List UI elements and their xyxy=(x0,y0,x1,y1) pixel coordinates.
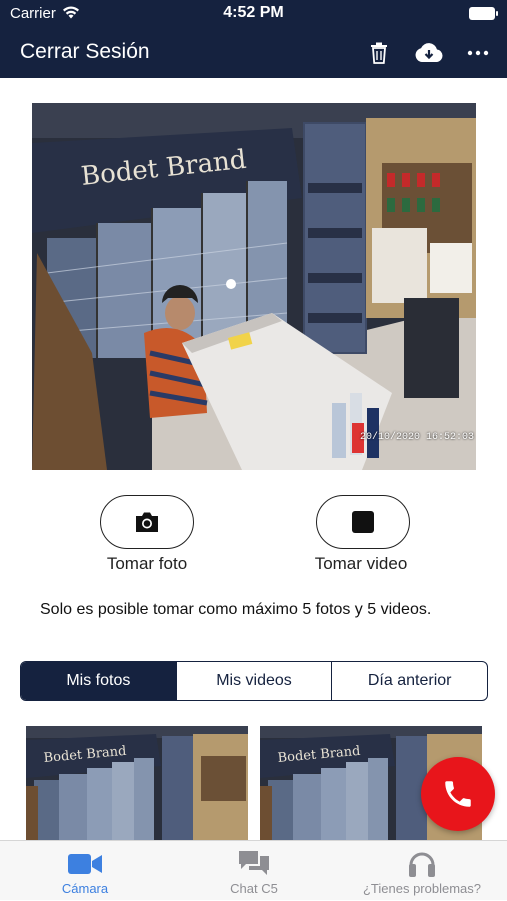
bottom-tab-bar: Cámara Chat C5 ¿Tienes problemas? xyxy=(0,840,507,900)
tab-mis-fotos[interactable]: Mis fotos xyxy=(21,662,177,700)
tab-tienes-problemas[interactable]: ¿Tienes problemas? xyxy=(352,841,492,901)
store-camera-image: Bodet Brand xyxy=(32,103,476,470)
tab-camara[interactable]: Cámara xyxy=(52,841,118,901)
take-video-label: Tomar video xyxy=(314,554,408,573)
thumbnail-image: Bodet Brand xyxy=(26,726,248,840)
limit-info-text: Solo es posible tomar como máximo 5 foto… xyxy=(40,601,432,618)
camera-icon xyxy=(136,512,158,532)
take-video-button[interactable] xyxy=(316,495,410,549)
video-camera-icon xyxy=(68,854,102,874)
trash-icon[interactable] xyxy=(365,39,393,67)
tab-mis-videos[interactable]: Mis videos xyxy=(177,662,333,700)
tab-tienes-problemas-label: ¿Tienes problemas? xyxy=(362,881,481,896)
phone-icon xyxy=(445,781,471,807)
cloud-download-icon[interactable] xyxy=(413,39,445,67)
media-tabs: Mis fotos Mis videos Día anterior xyxy=(20,661,488,701)
clock: 4:52 PM xyxy=(223,4,284,21)
camera-timestamp: 20/10/2020 16:52:03 xyxy=(359,432,474,443)
camera-live-view[interactable]: Bodet Brand 20/10/2020 16:52:03 xyxy=(32,103,476,470)
emergency-call-button[interactable] xyxy=(421,757,495,831)
tab-camara-label: Cámara xyxy=(61,881,109,896)
take-photo-button[interactable] xyxy=(100,495,194,549)
status-bar: Carrier 4:52 PM xyxy=(0,0,507,28)
chat-icon xyxy=(239,851,269,875)
tab-chat-c5[interactable]: Chat C5 xyxy=(214,841,294,901)
headset-icon xyxy=(409,852,435,877)
more-icon[interactable] xyxy=(464,39,492,67)
battery-icon xyxy=(469,7,498,20)
photo-thumbnail[interactable]: Bodet Brand xyxy=(26,726,248,840)
nav-bar: Cerrar Sesión xyxy=(0,28,507,78)
logout-button[interactable]: Cerrar Sesión xyxy=(20,40,150,64)
stop-icon xyxy=(352,511,374,533)
tab-chat-c5-label: Chat C5 xyxy=(230,881,278,896)
take-photo-label: Tomar foto xyxy=(106,554,188,573)
tab-dia-anterior[interactable]: Día anterior xyxy=(332,662,487,700)
